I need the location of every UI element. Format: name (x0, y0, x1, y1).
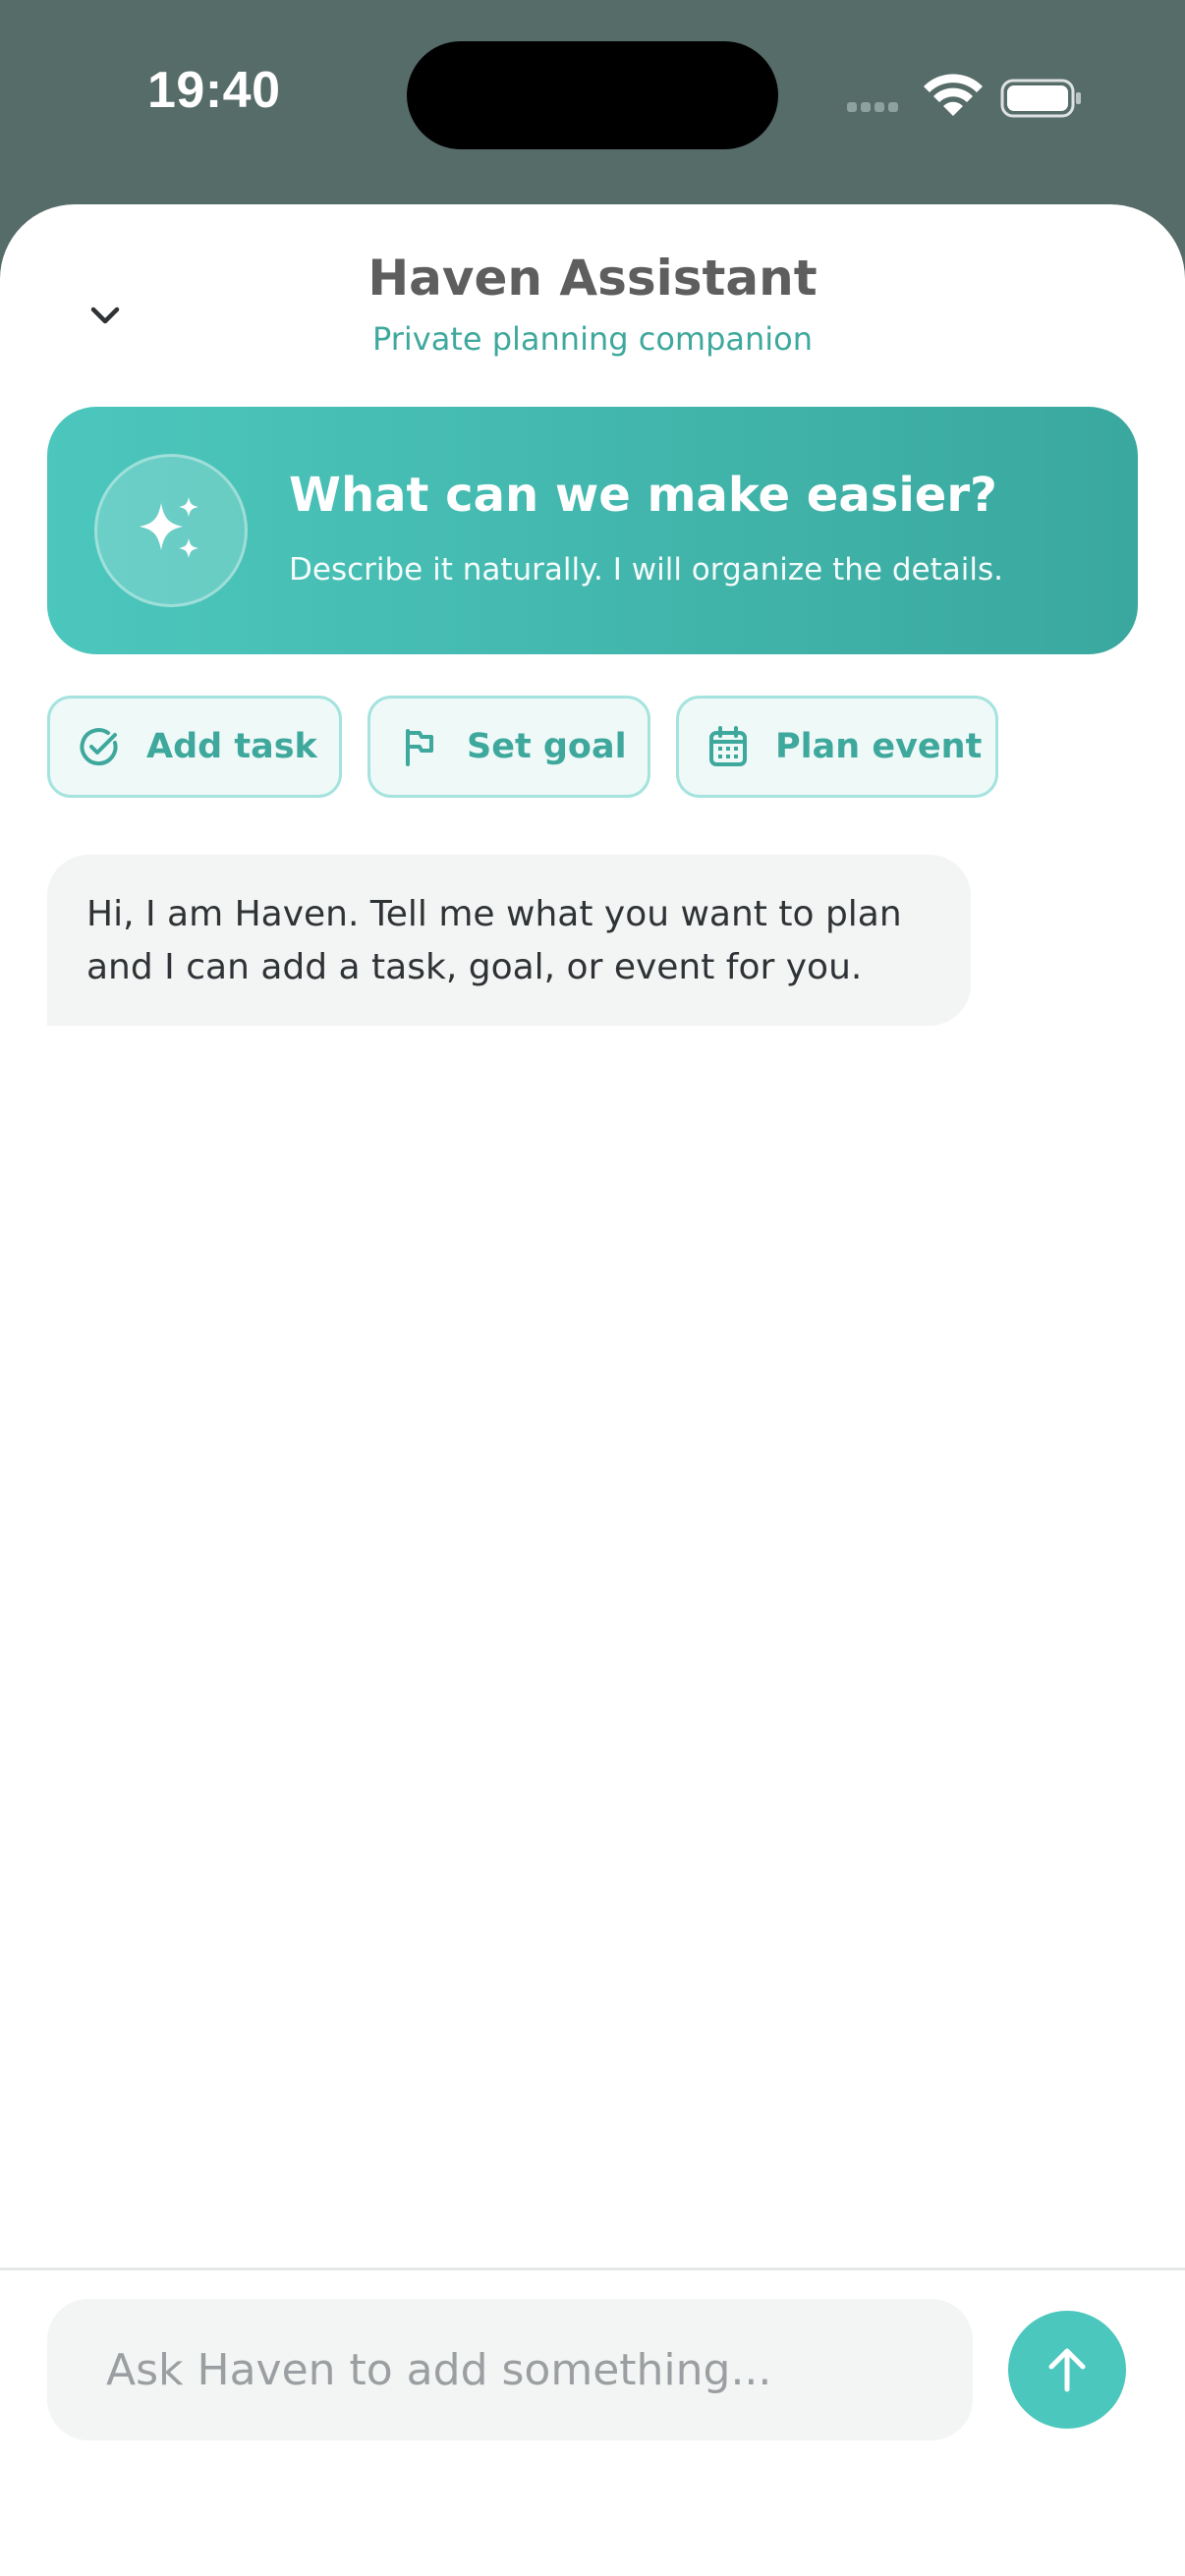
set-goal-button[interactable]: Set goal (367, 696, 650, 798)
page-title: Haven Assistant (367, 250, 818, 307)
hero-card: What can we make easier? Describe it nat… (47, 407, 1138, 654)
hero-title: What can we make easier? (289, 468, 997, 523)
status-icons (847, 69, 1083, 128)
assistant-sheet: Haven Assistant Private planning compani… (0, 204, 1185, 2576)
plan-event-label: Plan event (775, 727, 983, 766)
add-task-label: Add task (146, 727, 317, 766)
composer-divider (0, 2268, 1185, 2270)
status-time: 19:40 (147, 62, 281, 119)
check-circle-icon (76, 723, 123, 770)
signal-icon (847, 74, 1081, 118)
assistant-message-bubble: Hi, I am Haven. Tell me what you want to… (47, 855, 971, 1026)
wifi-icon (924, 74, 983, 116)
send-button[interactable] (1008, 2311, 1126, 2429)
hero-icon-badge (94, 454, 248, 607)
status-bar: 19:40 (0, 0, 1185, 206)
page-subtitle: Private planning companion (371, 320, 814, 358)
dynamic-island (407, 41, 778, 149)
add-task-button[interactable]: Add task (47, 696, 342, 798)
set-goal-label: Set goal (467, 727, 627, 766)
battery-icon (1000, 79, 1081, 118)
arrow-up-icon (1048, 2348, 1086, 2392)
assistant-message-text: Hi, I am Haven. Tell me what you want to… (86, 894, 902, 987)
sparkles-icon (140, 497, 198, 558)
calendar-icon (705, 723, 752, 770)
plan-event-button[interactable]: Plan event (676, 696, 998, 798)
flag-icon (396, 723, 443, 770)
hero-description: Describe it naturally. I will organize t… (289, 552, 1003, 588)
message-input[interactable] (47, 2299, 973, 2440)
